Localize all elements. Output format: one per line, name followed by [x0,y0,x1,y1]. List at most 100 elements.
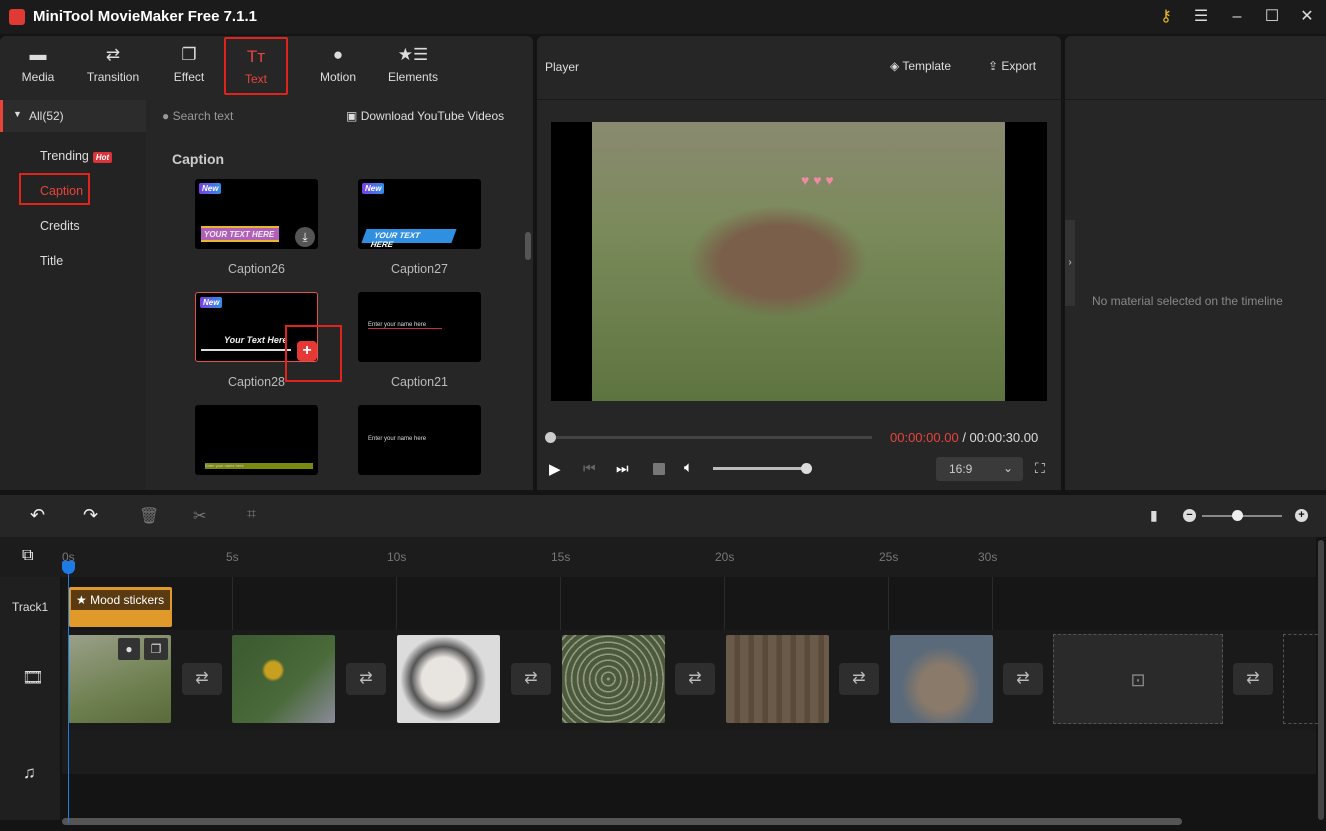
search-icon: ● [162,109,170,123]
video-track-icon: 🎞︎ [0,630,60,730]
category-credits[interactable]: Credits [40,219,80,233]
tab-elements[interactable]: ★☰ Elements [381,44,445,94]
decorative-line [201,349,291,351]
menu-icon[interactable]: ☰ [1190,6,1212,28]
tab-media[interactable]: ▬ Media [6,44,70,94]
transition-slot[interactable]: ⇄ [675,663,715,695]
layers-icon: ◈ [890,59,900,73]
previous-frame-icon[interactable]: ⏮ [583,460,596,477]
transition-icon: ⇄ [105,45,121,64]
maximize-button[interactable]: ☐ [1261,6,1283,28]
elements-icon: ★ [76,593,87,607]
category-title[interactable]: Title [40,254,63,268]
folder-icon: ▬ [29,45,47,64]
tab-effect[interactable]: ❐ Effect [157,44,221,94]
zoom-in-icon[interactable]: + [1295,509,1308,522]
redo-icon[interactable]: ↷ [83,505,98,526]
aspect-ratio-select[interactable]: 16:9 ⌄ [936,457,1023,481]
new-badge: New [362,183,385,194]
caption26-thumbnail[interactable]: New YOUR TEXT HERE ⤓ [195,179,318,249]
drop-media-placeholder[interactable] [1283,634,1323,724]
key-icon[interactable]: ⚷ [1155,6,1177,28]
section-title: Caption [172,151,225,167]
video-clip-bird[interactable] [232,635,335,723]
new-badge: New [200,297,223,308]
export-button[interactable]: ⇪ Export [988,59,1036,73]
category-caption[interactable]: Caption [19,173,90,205]
caption21-thumbnail[interactable]: Enter your name here [358,292,481,362]
transition-slot[interactable]: ⇄ [1233,663,1273,695]
search-field[interactable]: ● Search text [162,109,233,123]
next-frame-icon[interactable]: ⏭ [616,460,629,477]
zoom-out-icon[interactable]: − [1183,509,1196,522]
effect-icon[interactable]: ❐ [144,638,168,660]
caption-name: Caption28 [228,375,285,389]
video-clip-dog[interactable] [397,635,500,723]
transition-slot[interactable]: ⇄ [511,663,551,695]
volume-slider[interactable] [713,467,806,470]
video-clip-squirrel[interactable] [890,635,993,723]
caption-thumbnail[interactable]: Enter your name here [358,405,481,475]
hot-badge: Hot [92,152,113,163]
minimize-button[interactable]: – [1226,6,1248,28]
mood-stickers-clip[interactable]: ★ Mood stickers [69,587,172,627]
transition-slot[interactable]: ⇄ [839,663,879,695]
stop-icon[interactable] [653,463,665,475]
divider [537,99,1061,100]
tab-motion[interactable]: ● Motion [306,44,370,94]
tick-label: 20s [715,550,735,564]
undo-icon[interactable]: ↶ [30,505,45,526]
playhead-handle[interactable] [62,561,75,574]
timeline-ruler [0,537,1316,577]
caption-name: Caption27 [391,262,448,276]
add-track-icon[interactable]: ⧉ [22,547,33,565]
tick-label: 15s [551,550,571,564]
fullscreen-icon[interactable]: ⛶ [1035,460,1045,477]
caption-thumbnail[interactable]: Enter your name here [195,405,318,475]
youtube-icon: ▣ [346,109,358,123]
category-all[interactable]: ▼ All(52) [0,100,146,132]
fit-timeline-icon[interactable]: ▮ [1150,507,1158,524]
expand-panel-button[interactable]: › [1065,220,1075,306]
library-scrollbar[interactable] [525,232,531,260]
caption-name: Caption26 [228,262,285,276]
tick-label: 30s [978,550,998,564]
transition-slot[interactable]: ⇄ [346,663,386,695]
transition-slot[interactable]: ⇄ [182,663,222,695]
player-title: Player [545,60,580,74]
audio-track [62,730,1316,774]
template-button[interactable]: ◈ Template [890,59,951,73]
caption27-thumbnail[interactable]: New YOUR TEXT HERE [358,179,481,249]
text-icon: Tт [246,47,266,66]
effect-icon: ❐ [181,45,197,64]
zoom-handle[interactable] [1232,510,1243,521]
video-clip-hare[interactable]: ● ❐ [68,635,171,723]
video-clip-feeder[interactable] [726,635,829,723]
current-time: 00:00:00.00 [890,430,959,445]
play-icon[interactable]: ▶ [549,460,561,478]
crop-icon[interactable]: ⌗ [247,506,256,524]
title-bar: MiniTool MovieMaker Free 7.1.1 ⚷ ☰ – ☐ ✕ [0,0,1326,34]
caret-down-icon: ▼ [13,109,22,119]
delete-icon[interactable]: 🗑︎ [139,506,159,526]
motion-icon[interactable]: ● [118,638,140,660]
progress-slider[interactable] [550,436,872,439]
download-youtube-button[interactable]: ▣ Download YouTube Videos [346,109,504,123]
transition-slot[interactable]: ⇄ [1003,663,1043,695]
timeline-horizontal-scrollbar[interactable] [62,818,1182,825]
scissors-icon[interactable]: ✂ [193,506,206,526]
category-trending[interactable]: Trending Hot [40,149,113,163]
tab-transition[interactable]: ⇄ Transition [80,44,146,94]
volume-handle[interactable] [801,463,812,474]
download-icon[interactable]: ⤓ [295,227,315,247]
tab-text[interactable]: Tт Text [224,37,288,95]
progress-handle[interactable] [545,432,556,443]
video-clip-spider[interactable] [562,635,665,723]
timeline-vertical-scrollbar[interactable] [1318,540,1324,820]
app-title: MiniTool MovieMaker Free 7.1.1 [33,8,257,25]
track1-label: Track1 [0,577,60,630]
drop-media-placeholder[interactable]: ⊡ [1053,634,1223,724]
volume-icon[interactable]: 🔈︎ [684,459,693,476]
playhead-line [68,568,69,823]
close-button[interactable]: ✕ [1296,6,1318,28]
